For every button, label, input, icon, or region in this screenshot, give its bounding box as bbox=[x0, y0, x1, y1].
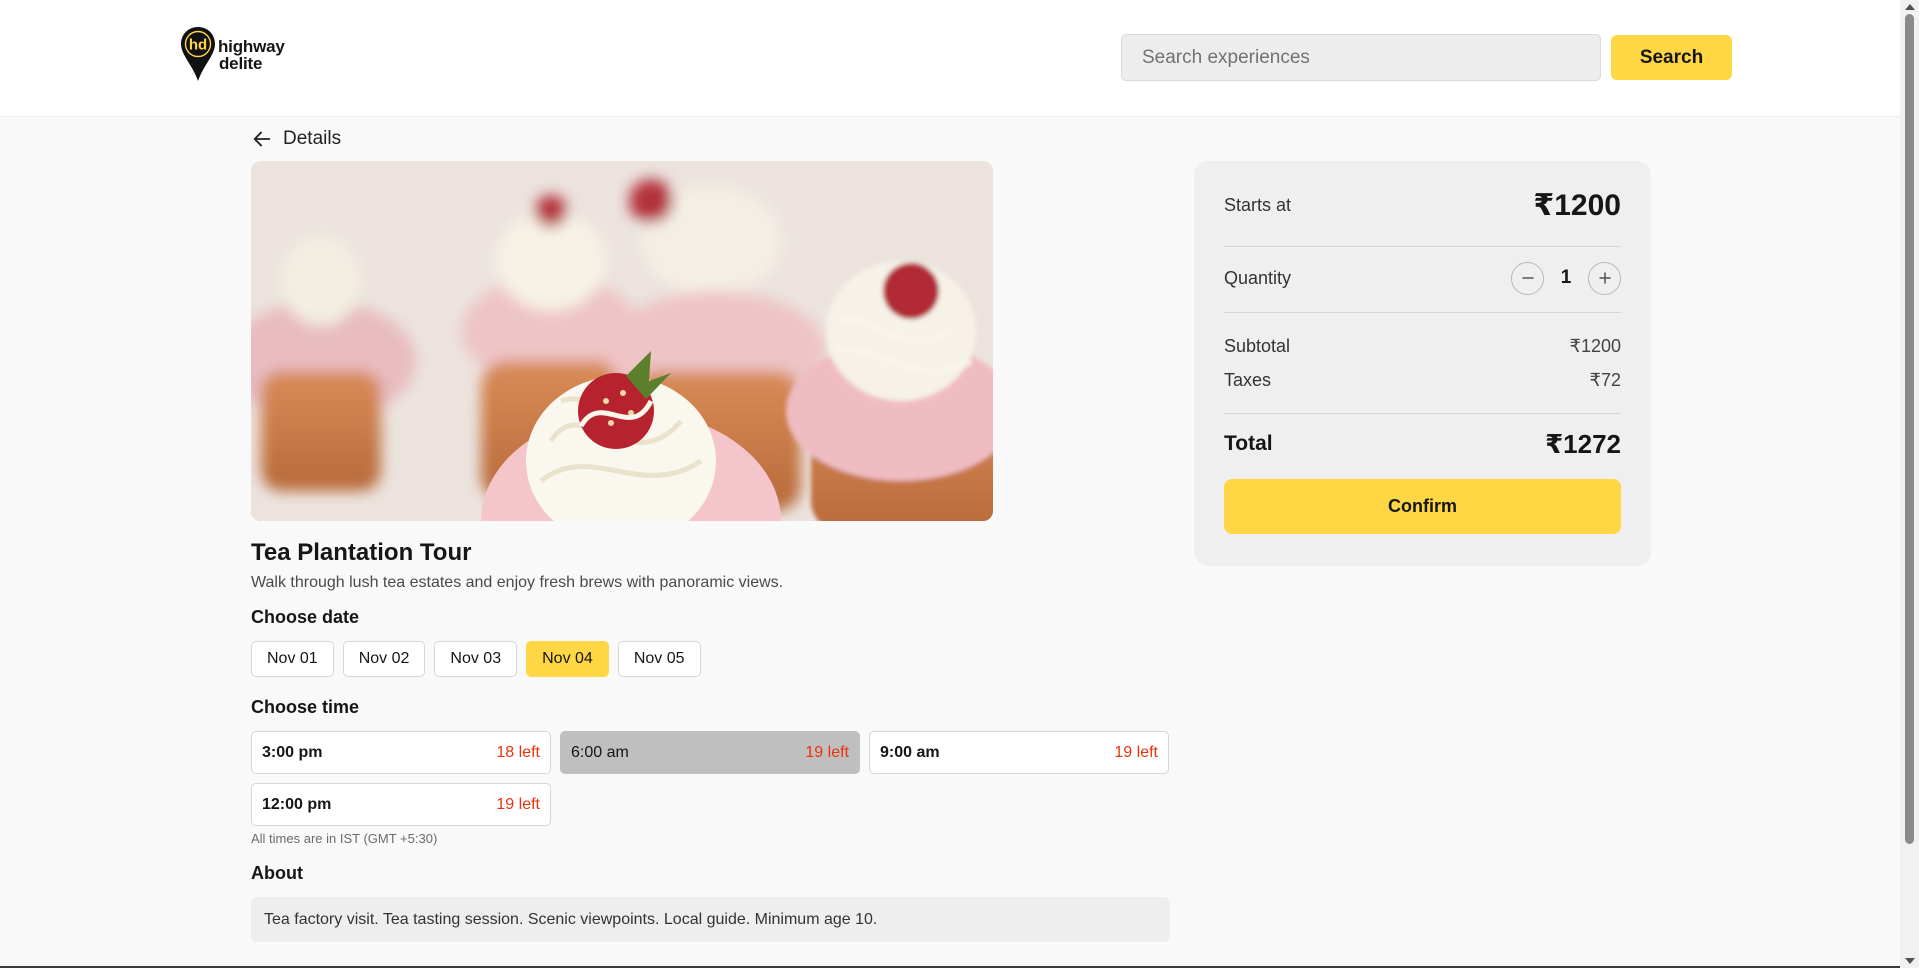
taxes-row: Taxes ₹72 bbox=[1224, 368, 1621, 392]
starts-at-label: Starts at bbox=[1224, 194, 1292, 215]
divider bbox=[1224, 413, 1621, 414]
search-input[interactable] bbox=[1121, 34, 1601, 81]
quantity-stepper: 1 bbox=[1511, 261, 1621, 295]
experience-image bbox=[251, 161, 993, 521]
minus-icon bbox=[1521, 277, 1534, 279]
brand-line-1: highway bbox=[218, 37, 285, 56]
search-button[interactable]: Search bbox=[1611, 35, 1732, 80]
confirm-button[interactable]: Confirm bbox=[1224, 479, 1621, 534]
date-chip-selected[interactable]: Nov 04 bbox=[526, 641, 609, 677]
time-slot-time: 9:00 am bbox=[880, 743, 940, 761]
choose-date-heading: Choose date bbox=[251, 607, 360, 627]
choose-time-heading: Choose time bbox=[251, 697, 360, 717]
subtotal-value: ₹1200 bbox=[1569, 335, 1622, 356]
decrease-quantity-button[interactable] bbox=[1511, 261, 1544, 295]
scrollbar-thumb[interactable] bbox=[1905, 14, 1914, 844]
experience-title: Tea Plantation Tour bbox=[251, 539, 472, 566]
quantity-row: Quantity 1 bbox=[1224, 260, 1621, 296]
taxes-label: Taxes bbox=[1224, 369, 1272, 390]
top-header: hd highway delite Search bbox=[0, 0, 1900, 117]
date-chip[interactable]: Nov 02 bbox=[342, 641, 426, 677]
time-slot[interactable]: 3:00 pm 18 left bbox=[251, 731, 551, 774]
increase-quantity-button[interactable] bbox=[1588, 261, 1621, 295]
about-heading: About bbox=[251, 863, 303, 883]
divider bbox=[1224, 246, 1621, 247]
time-slot-availability: 18 left bbox=[496, 743, 540, 761]
time-slot-time: 12:00 pm bbox=[262, 795, 332, 813]
subtotal-label: Subtotal bbox=[1224, 335, 1291, 356]
time-slot-availability: 19 left bbox=[496, 795, 540, 813]
about-text: Tea factory visit. Tea tasting session. … bbox=[251, 897, 1170, 942]
timezone-note: All times are in IST (GMT +5:30) bbox=[251, 831, 438, 846]
time-slot[interactable]: 9:00 am 19 left bbox=[869, 731, 1169, 774]
scroll-up-arrow-icon[interactable] bbox=[1905, 4, 1915, 10]
time-slot-time: 6:00 am bbox=[571, 743, 629, 761]
brand-line-2: delite bbox=[219, 54, 263, 73]
brand-logo[interactable]: hd highway delite bbox=[180, 26, 300, 84]
date-chip[interactable]: Nov 05 bbox=[617, 641, 701, 677]
experience-description: Walk through lush tea estates and enjoy … bbox=[251, 574, 784, 591]
time-slot-availability: 19 left bbox=[805, 743, 849, 761]
back-link[interactable]: Details bbox=[251, 126, 341, 152]
quantity-value: 1 bbox=[1560, 267, 1572, 288]
time-slot-selected[interactable]: 6:00 am 19 left bbox=[560, 731, 860, 774]
plus-icon bbox=[1598, 272, 1611, 284]
time-slot[interactable]: 12:00 pm 19 left bbox=[251, 783, 551, 826]
svg-text:hd: hd bbox=[189, 37, 207, 54]
date-chip[interactable]: Nov 01 bbox=[251, 641, 334, 677]
booking-summary-card: Starts at ₹1200 Quantity 1 Subtotal ₹120… bbox=[1194, 161, 1651, 566]
back-label: Details bbox=[283, 128, 342, 149]
starts-at-row: Starts at ₹1200 bbox=[1224, 187, 1621, 223]
quantity-label: Quantity bbox=[1224, 267, 1292, 288]
taxes-value: ₹72 bbox=[1589, 369, 1621, 390]
scroll-down-arrow-icon[interactable] bbox=[1905, 958, 1915, 964]
divider bbox=[1224, 312, 1621, 313]
date-chip-list: Nov 01 Nov 02 Nov 03 Nov 04 Nov 05 bbox=[251, 641, 701, 677]
brand-name: highway delite bbox=[218, 38, 285, 72]
date-chip[interactable]: Nov 03 bbox=[434, 641, 518, 677]
location-pin-icon: hd bbox=[181, 27, 215, 81]
total-value: ₹1272 bbox=[1545, 428, 1621, 459]
vertical-scrollbar[interactable] bbox=[1900, 0, 1919, 968]
total-label: Total bbox=[1224, 432, 1273, 455]
subtotal-row: Subtotal ₹1200 bbox=[1224, 334, 1621, 358]
time-slot-availability: 19 left bbox=[1114, 743, 1158, 761]
starts-at-price: ₹1200 bbox=[1533, 188, 1621, 222]
total-row: Total ₹1272 bbox=[1224, 426, 1621, 462]
arrow-left-icon bbox=[253, 131, 271, 147]
time-slot-time: 3:00 pm bbox=[262, 743, 323, 761]
